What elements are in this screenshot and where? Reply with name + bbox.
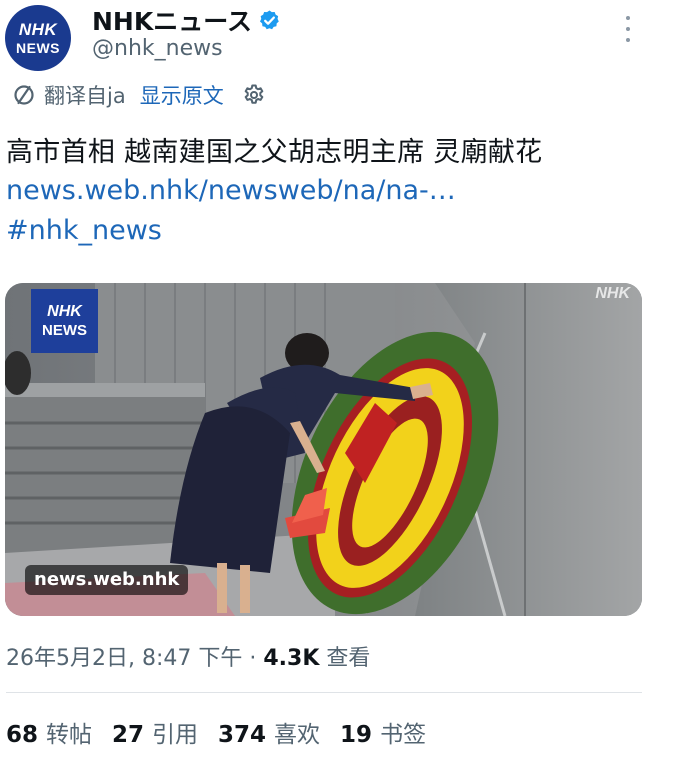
avatar-line1: NHK [18,20,58,39]
account-handle[interactable]: @nhk_news [92,36,223,61]
stat-reposts[interactable]: 68 转帖 [6,715,92,749]
timestamp[interactable]: 26年5月2日, 8:47 下午 [6,646,242,671]
translation-row: 翻译自ja 显示原文 [12,80,266,110]
stat-label: 书签 [380,722,427,748]
display-name[interactable]: NHKニュース [92,2,281,38]
stat-likes[interactable]: 374 喜欢 [218,715,320,749]
stat-count: 19 [340,722,373,748]
display-name-text: NHKニュース [92,7,252,36]
media-card[interactable]: NHK NEWS NHK news.web.nhk [5,283,642,616]
tweet-meta: 26年5月2日, 8:47 下午 · 4.3K 查看 [6,640,370,672]
stat-bookmarks[interactable]: 19 书签 [340,715,426,749]
avatar-line2: NEWS [16,40,60,56]
card-domain-label: news.web.nhk [25,565,189,595]
divider [6,692,642,693]
translate-icon [14,85,34,105]
view-count: 4.3K [263,646,320,671]
meta-separator: · [249,646,257,671]
stat-label: 引用 [152,722,199,748]
tweet-text: 高市首相 越南建国之父胡志明主席 灵廟献花 [6,137,543,168]
stat-label: 喜欢 [274,722,321,748]
engagement-stats: 68 转帖 27 引用 374 喜欢 19 书签 [6,715,426,749]
nhk-logo-line1: NHK [47,303,82,320]
translated-from-label: 翻译自ja [44,84,126,108]
nhk-logo-line2: NEWS [42,322,87,339]
more-options-icon[interactable] [618,16,638,42]
stat-count: 27 [112,722,145,748]
view-label: 查看 [326,646,371,671]
tweet-link[interactable]: news.web.nhk/newsweb/na/na-… [6,175,456,206]
verified-badge-icon [259,9,279,29]
hashtag-link[interactable]: #nhk_news [6,215,162,246]
stat-quotes[interactable]: 27 引用 [112,715,198,749]
stat-count: 374 [218,722,267,748]
nhk-watermark: NHK [595,285,630,302]
show-original-link[interactable]: 显示原文 [140,80,224,110]
stat-label: 转帖 [46,722,93,748]
avatar[interactable]: NHK NEWS [5,5,71,71]
stat-count: 68 [6,722,39,748]
gear-icon[interactable] [242,83,266,107]
nhk-news-logo: NHK NEWS [31,289,98,353]
